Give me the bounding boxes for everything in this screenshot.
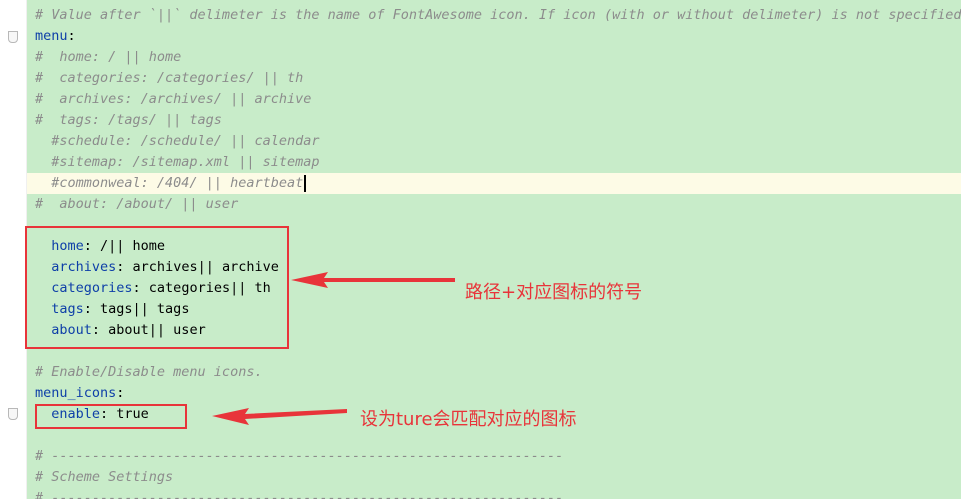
icons-annotation-label: 设为ture会匹配对应的图标 xyxy=(360,409,577,430)
code-line[interactable]: # Value after `||` delimeter is the name… xyxy=(27,5,961,26)
comment-text: # --------------------------------------… xyxy=(35,490,564,499)
comment-text: # categories: /categories/ || th xyxy=(35,70,304,86)
comment-text: # archives: /archives/ || archive xyxy=(35,91,312,107)
comment-text: # --------------------------------------… xyxy=(35,448,564,464)
code-line-content: menu_icons: xyxy=(35,383,124,404)
menu-annotation-label: 路径+对应图标的符号 xyxy=(465,282,643,303)
code-line-content: # about: /about/ || user xyxy=(35,194,238,215)
code-line[interactable]: menu_icons: xyxy=(27,383,961,404)
yaml-value: : xyxy=(116,385,125,401)
code-editor[interactable]: # Value after `||` delimeter is the name… xyxy=(0,0,961,499)
fold-marker-menu-icons[interactable] xyxy=(8,408,18,420)
yaml-key: menu xyxy=(35,28,68,44)
comment-text: # tags: /tags/ || tags xyxy=(35,112,222,128)
code-line-content: # tags: /tags/ || tags xyxy=(35,110,222,131)
code-line[interactable]: # archives: /archives/ || archive xyxy=(27,89,961,110)
code-line[interactable]: # categories: /categories/ || th xyxy=(27,68,961,89)
comment-text: #commonweal: /404/ || heartbeat xyxy=(35,175,304,191)
editor-gutter[interactable] xyxy=(0,0,27,499)
menu-icons-enable-highlight-box xyxy=(35,404,187,429)
code-line[interactable]: # --------------------------------------… xyxy=(27,446,961,467)
code-line-content: #schedule: /schedule/ || calendar xyxy=(35,131,319,152)
code-line-content: # archives: /archives/ || archive xyxy=(35,89,311,110)
code-line-content: #commonweal: /404/ || heartbeat xyxy=(35,173,307,194)
code-line[interactable]: # tags: /tags/ || tags xyxy=(27,110,961,131)
comment-text: # Scheme Settings xyxy=(35,469,174,485)
code-line-content: #sitemap: /sitemap.xml || sitemap xyxy=(35,152,319,173)
code-line[interactable]: menu: xyxy=(27,26,961,47)
code-line-content: # Scheme Settings xyxy=(35,467,173,488)
comment-text: # about: /about/ || user xyxy=(35,196,239,212)
code-line[interactable]: #schedule: /schedule/ || calendar xyxy=(27,131,961,152)
comment-text: # Value after `||` delimeter is the name… xyxy=(35,7,961,23)
comment-text: # Enable/Disable menu icons. xyxy=(35,364,263,380)
yaml-value: : xyxy=(67,28,76,44)
comment-text: #sitemap: /sitemap.xml || sitemap xyxy=(35,154,320,170)
code-line-content: # home: / || home xyxy=(35,47,181,68)
code-line[interactable]: # --------------------------------------… xyxy=(27,488,961,499)
code-line-content: menu: xyxy=(35,26,76,47)
code-line-content: # Enable/Disable menu icons. xyxy=(35,362,263,383)
text-caret xyxy=(304,174,307,192)
code-line[interactable]: #sitemap: /sitemap.xml || sitemap xyxy=(27,152,961,173)
code-line-content: # --------------------------------------… xyxy=(35,488,563,499)
code-line[interactable]: # Scheme Settings xyxy=(27,467,961,488)
code-line[interactable]: # Enable/Disable menu icons. xyxy=(27,362,961,383)
code-line[interactable]: # home: / || home xyxy=(27,47,961,68)
menu-items-highlight-box xyxy=(25,226,289,349)
yaml-key: menu_icons xyxy=(35,385,117,401)
comment-text: #schedule: /schedule/ || calendar xyxy=(35,133,320,149)
comment-text: # home: / || home xyxy=(35,49,182,65)
code-line-content: # --------------------------------------… xyxy=(35,446,563,467)
fold-marker-menu[interactable] xyxy=(8,31,18,43)
code-line[interactable]: #commonweal: /404/ || heartbeat xyxy=(27,173,961,194)
code-line-content: # Value after `||` delimeter is the name… xyxy=(35,5,961,26)
code-line-content: # categories: /categories/ || th xyxy=(35,68,303,89)
code-line[interactable]: # about: /about/ || user xyxy=(27,194,961,215)
